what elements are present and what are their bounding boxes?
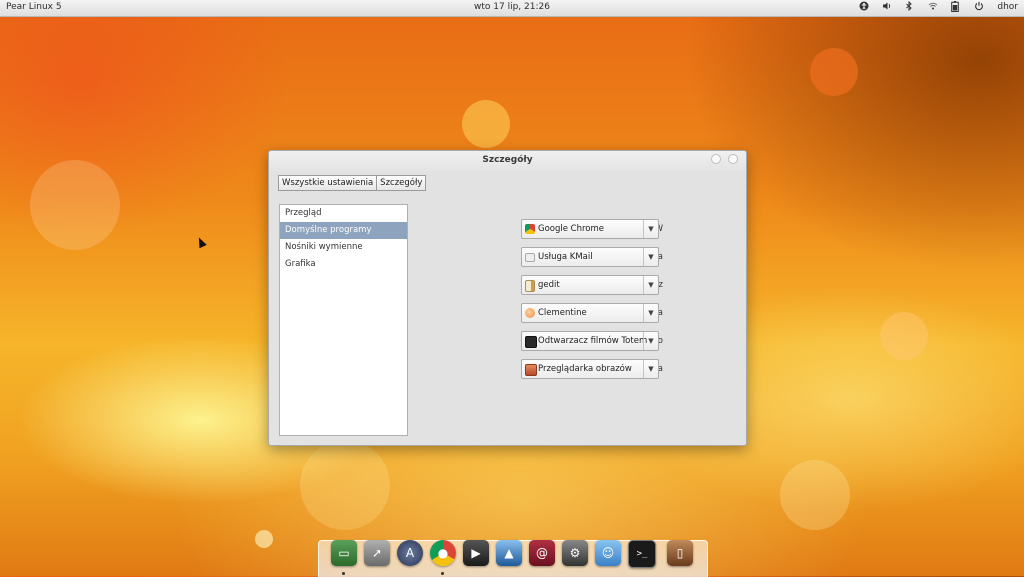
gear-icon[interactable]: ⚙ <box>562 540 588 566</box>
wifi-icon[interactable] <box>928 1 938 12</box>
select-value: Przeglądarka obrazów <box>538 364 632 374</box>
terminal-icon[interactable]: >_ <box>628 540 656 568</box>
default-app-row-music: Muzyka Clementine ▼ <box>419 303 739 323</box>
app-store-icon[interactable]: A <box>397 540 423 566</box>
default-app-row-video: Wideo Odtwarzacz filmów Totem ▼ <box>419 331 739 351</box>
chevron-down-icon[interactable]: ▼ <box>643 220 658 238</box>
photos-icon[interactable]: ▲ <box>496 540 522 566</box>
chevron-down-icon[interactable]: ▼ <box>643 276 658 294</box>
chevron-down-icon[interactable]: ▼ <box>643 332 658 350</box>
minimize-button[interactable] <box>711 154 721 164</box>
chevron-down-icon[interactable]: ▼ <box>643 360 658 378</box>
close-button[interactable] <box>728 154 738 164</box>
power-icon[interactable] <box>974 1 984 12</box>
mail-icon[interactable]: @ <box>529 540 555 566</box>
video-select[interactable]: Odtwarzacz filmów Totem ▼ <box>521 331 659 351</box>
window-title: Szczegóły <box>482 155 533 165</box>
sidebar-item-graphics[interactable]: Grafika <box>280 256 407 273</box>
mail-icon <box>525 253 535 262</box>
distro-label[interactable]: Pear Linux 5 <box>6 2 62 12</box>
sidebar-item-removable-media[interactable]: Nośniki wymienne <box>280 239 407 256</box>
breadcrumb-all-settings[interactable]: Wszystkie ustawienia <box>278 175 378 191</box>
wallpaper-bokeh <box>780 460 850 530</box>
clementine-icon <box>525 308 535 318</box>
chevron-down-icon[interactable]: ▼ <box>643 304 658 322</box>
trash-icon[interactable]: ▯ <box>667 540 693 566</box>
running-indicator <box>441 572 444 575</box>
breadcrumb: Wszystkie ustawienia Szczegóły <box>278 175 427 191</box>
image-viewer-icon <box>525 364 537 376</box>
music-select[interactable]: Clementine ▼ <box>521 303 659 323</box>
select-value: Clementine <box>538 308 587 318</box>
calendar-select[interactable]: gedit ▼ <box>521 275 659 295</box>
chrome-icon <box>525 224 535 234</box>
monitor-icon[interactable]: ▭ <box>331 540 357 566</box>
chrome-icon[interactable]: ● <box>430 540 456 566</box>
wallpaper-bokeh <box>255 530 273 548</box>
default-app-row-mail: Poczta Usługa KMail ▼ <box>419 247 739 267</box>
play-icon[interactable]: ▶ <box>463 540 489 566</box>
wallpaper-bokeh <box>810 48 858 96</box>
default-app-row-calendar: Kalendarz gedit ▼ <box>419 275 739 295</box>
window-titlebar[interactable]: Szczegóły <box>269 151 746 171</box>
select-value: gedit <box>538 280 560 290</box>
select-value: Usługa KMail <box>538 252 593 262</box>
chat-icon[interactable]: ☺ <box>595 540 621 566</box>
mouse-pointer-icon <box>195 235 207 249</box>
mail-select[interactable]: Usługa KMail ▼ <box>521 247 659 267</box>
bluetooth-icon[interactable] <box>905 0 915 12</box>
battery-icon[interactable] <box>951 1 961 12</box>
select-value: Google Chrome <box>538 224 605 234</box>
video-icon <box>525 336 537 348</box>
chevron-down-icon[interactable]: ▼ <box>643 248 658 266</box>
running-indicator <box>342 572 345 575</box>
breadcrumb-details[interactable]: Szczegóły <box>377 175 427 191</box>
photos-select[interactable]: Przeglądarka obrazów ▼ <box>521 359 659 379</box>
www-select[interactable]: Google Chrome ▼ <box>521 219 659 239</box>
indicator-area: dhor <box>859 0 1018 12</box>
rocket-icon[interactable]: ➚ <box>364 540 390 566</box>
default-app-row-photos: Zdjęcia Przeglądarka obrazów ▼ <box>419 359 739 379</box>
top-panel: Pear Linux 5 wto 17 lip, 21:26 dhor <box>0 0 1024 17</box>
settings-window: Szczegóły Wszystkie ustawienia Szczegóły… <box>268 150 747 446</box>
sidebar-item-overview[interactable]: Przegląd <box>280 205 407 222</box>
volume-icon[interactable] <box>882 1 892 12</box>
accessibility-icon[interactable] <box>859 1 869 12</box>
wallpaper-bokeh <box>462 100 510 148</box>
select-value: Odtwarzacz filmów Totem <box>538 336 648 346</box>
sidebar-item-default-apps[interactable]: Domyślne programy <box>280 222 407 239</box>
text-editor-icon <box>525 280 535 292</box>
default-app-row-www: WWW Google Chrome ▼ <box>419 219 739 239</box>
wallpaper-bokeh <box>30 160 120 250</box>
sidebar: Przegląd Domyślne programy Nośniki wymie… <box>279 204 408 436</box>
user-name[interactable]: dhor <box>997 2 1018 12</box>
wallpaper-bokeh <box>880 312 928 360</box>
wallpaper-bokeh <box>300 440 390 530</box>
dock: ▭ ➚ A ● ▶ ▲ @ ⚙ ☺ >_ ▯ <box>318 540 708 577</box>
